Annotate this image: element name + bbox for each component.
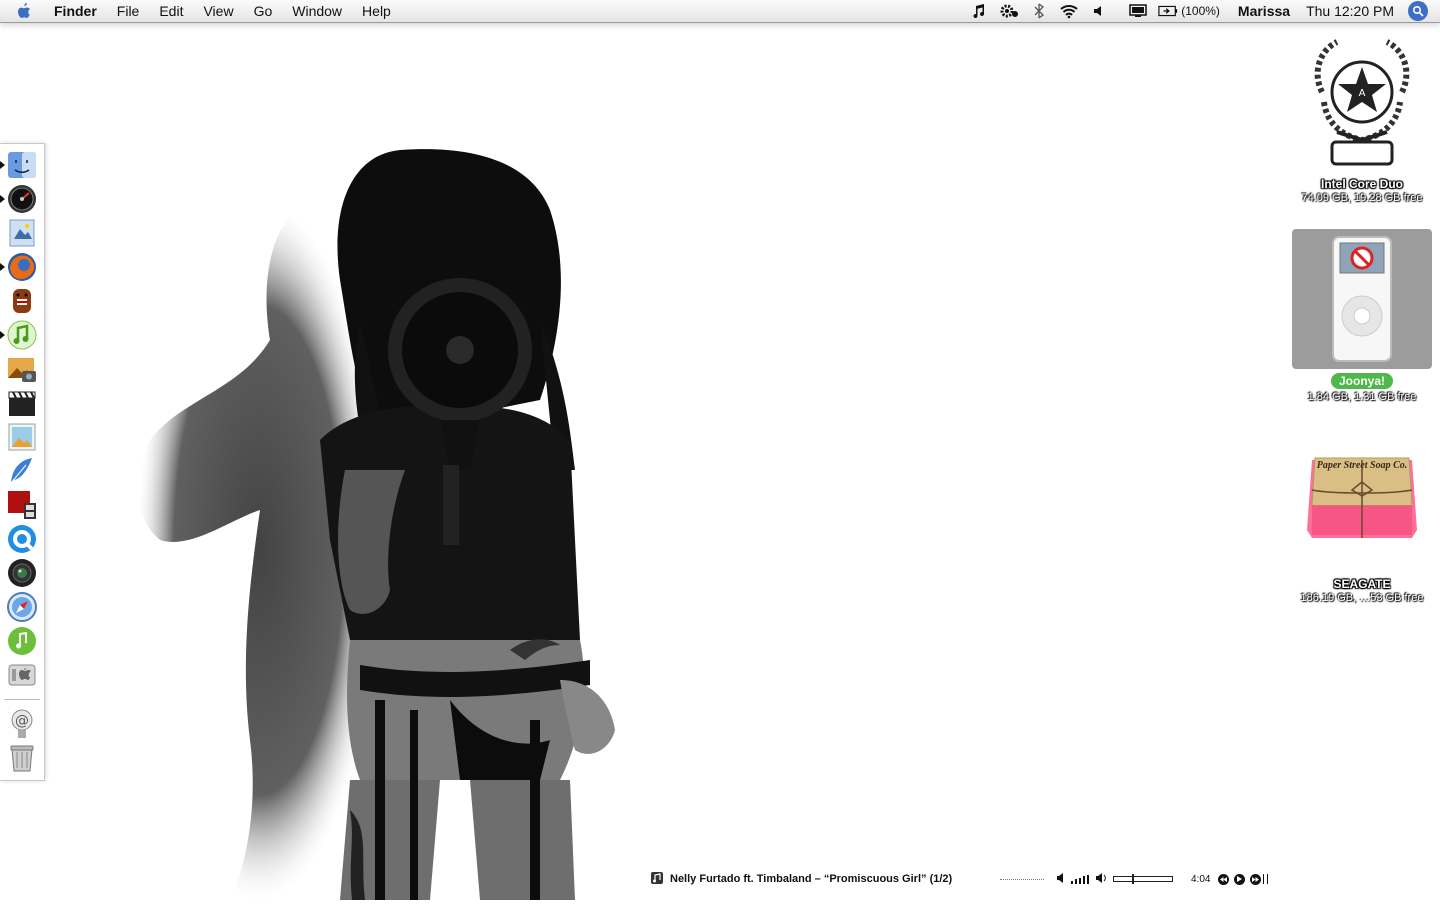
track-progress-bar[interactable]: [1113, 874, 1173, 884]
volume-high-icon[interactable]: [1095, 872, 1107, 886]
app-menu-finder[interactable]: Finder: [50, 0, 107, 22]
at-sign-icon: @: [11, 709, 33, 738]
obey-logo-icon: A: [1314, 39, 1410, 166]
volume-icon[interactable]: [1089, 0, 1109, 22]
feather-icon: [10, 458, 32, 484]
apple-menu-icon[interactable]: [16, 0, 42, 22]
soap-wrapper-text: Paper Street Soap Co.: [1316, 460, 1408, 471]
desktop-drive-intel-core-duo[interactable]: A Intel Core Duo 74.09 GB, 19.28 GB free: [1287, 32, 1437, 205]
dock-domo[interactable]: [6, 285, 38, 317]
mail-stamp-icon: [9, 219, 35, 247]
music-note-icon: [8, 627, 36, 655]
dock-firefox[interactable]: [0, 251, 38, 283]
drive-label: Joonya!: [1330, 373, 1393, 389]
bluetooth-icon[interactable]: [1029, 0, 1049, 22]
dock-separator: [4, 699, 40, 700]
gear-icon[interactable]: [999, 0, 1019, 22]
drive-label: Intel Core Duo: [1320, 177, 1403, 191]
dock-feather-app[interactable]: [6, 455, 38, 487]
drive-info: 186.19 GB, …53 GB free: [1300, 592, 1424, 604]
now-playing-track: Nelly Furtado ft. Timbaland – “Promiscuo…: [670, 873, 953, 885]
photo-booth-icon: [8, 491, 36, 519]
menu-window[interactable]: Window: [282, 0, 352, 22]
now-playing-bar: Nelly Furtado ft. Timbaland – “Promiscuo…: [650, 870, 952, 888]
previous-track-button[interactable]: [1218, 873, 1230, 885]
track-progress-knob[interactable]: [1132, 874, 1134, 884]
dock-mail-stack[interactable]: @: [6, 708, 38, 740]
camera-lens-icon: [8, 559, 36, 587]
desktop-wallpaper: [120, 140, 660, 900]
dock-music-app[interactable]: [6, 625, 38, 657]
play-button[interactable]: [1234, 873, 1246, 885]
volume-level[interactable]: [1071, 874, 1089, 884]
running-indicator: [0, 331, 5, 339]
now-playing-controls: 4:04: [1000, 871, 1269, 887]
menu-view[interactable]: View: [193, 0, 243, 22]
system-preferences-icon: [8, 664, 36, 686]
dock-finder[interactable]: [0, 149, 38, 181]
display-icon[interactable]: [1128, 0, 1148, 22]
menu-go[interactable]: Go: [244, 0, 283, 22]
battery-percentage: (100%): [1181, 4, 1220, 18]
domo-icon: [13, 289, 31, 313]
dock-quicktime[interactable]: [6, 523, 38, 555]
iphoto-icon: [8, 358, 36, 382]
dock-trash[interactable]: [6, 742, 38, 774]
drive-info: 74.09 GB, 19.28 GB free: [1301, 192, 1423, 204]
safari-compass-icon: [7, 592, 37, 622]
svg-text:A: A: [1359, 88, 1366, 99]
dock-final-cut[interactable]: [6, 387, 38, 419]
user-menu[interactable]: Marissa: [1238, 3, 1290, 19]
preview-icon: [8, 423, 36, 451]
dock-mail[interactable]: [6, 217, 38, 249]
wifi-icon[interactable]: [1059, 0, 1079, 22]
dock-dashboard[interactable]: [0, 183, 38, 215]
spotlight-icon[interactable]: [1408, 1, 1428, 21]
itunes-note-icon[interactable]: [969, 0, 989, 22]
now-playing-note-icon: [650, 871, 664, 888]
dock-webcam-app[interactable]: [6, 557, 38, 589]
dock-itunes[interactable]: [0, 319, 38, 351]
battery-icon[interactable]: [1158, 0, 1178, 22]
firefox-icon: [8, 253, 36, 281]
running-indicator: [0, 161, 5, 169]
dock-iphoto[interactable]: [6, 353, 38, 385]
menu-file[interactable]: File: [107, 0, 150, 22]
menu-handle-icon[interactable]: [1263, 874, 1269, 884]
rating-dots[interactable]: [1000, 878, 1044, 880]
menu-edit[interactable]: Edit: [149, 0, 193, 22]
clock[interactable]: Thu 12:20 PM: [1306, 3, 1394, 19]
dock-preview[interactable]: [6, 421, 38, 453]
dock-system-preferences[interactable]: [6, 659, 38, 691]
running-indicator: [0, 195, 5, 203]
next-track-button[interactable]: [1250, 873, 1262, 885]
drive-label: SEAGATE: [1333, 577, 1391, 591]
dock-safari[interactable]: [6, 591, 38, 623]
dashboard-icon: [8, 185, 36, 213]
itunes-icon: [7, 320, 37, 350]
running-indicator: [0, 263, 5, 271]
menu-help[interactable]: Help: [352, 0, 401, 22]
ipod-nano-icon: [1332, 236, 1392, 362]
clapboard-icon: [8, 391, 36, 416]
menu-bar: Finder File Edit View Go Window Help (10…: [0, 0, 1440, 23]
selection-highlight: [1292, 229, 1432, 369]
desktop-drive-seagate[interactable]: Paper Street Soap Co. SEAGATE 186.19 GB,…: [1287, 450, 1437, 605]
volume-low-icon[interactable]: [1056, 872, 1065, 886]
finder-icon: [8, 152, 36, 178]
svg-text:@: @: [15, 713, 29, 729]
dock: @: [0, 143, 45, 781]
quicktime-icon: [8, 525, 36, 553]
trash-icon: [10, 745, 34, 772]
track-time: 4:04: [1191, 873, 1211, 885]
drive-info: 1.84 GB, 1.31 GB free: [1307, 391, 1417, 403]
dock-photo-booth[interactable]: [6, 489, 38, 521]
desktop-drive-joonya[interactable]: Joonya! 1.84 GB, 1.31 GB free: [1287, 229, 1437, 404]
